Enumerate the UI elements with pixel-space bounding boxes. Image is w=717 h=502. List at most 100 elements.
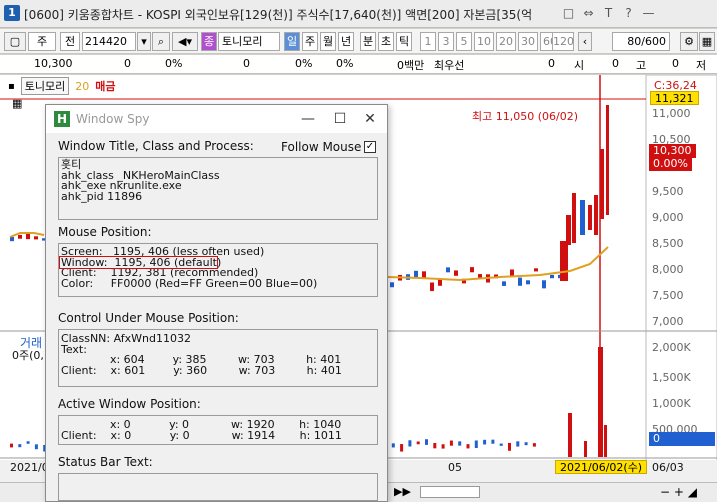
info-pct-3: 0% bbox=[336, 57, 354, 70]
best-bid-label: 최우선 bbox=[434, 59, 465, 72]
high-value: 0 bbox=[672, 57, 679, 70]
volume-bar bbox=[400, 444, 404, 452]
window-title: [0600] 키움종합차트 - KOSPI 외국인보유[129(천)] 주식수[… bbox=[24, 8, 533, 22]
mouse-position-label: Mouse Position: bbox=[58, 225, 152, 239]
interval-20[interactable]: 20 bbox=[496, 32, 516, 51]
speaker-icon[interactable]: ◀▾ bbox=[172, 32, 198, 51]
follow-mouse-checkbox[interactable]: ✓ bbox=[364, 141, 376, 153]
minimize-icon[interactable]: — bbox=[640, 4, 657, 22]
title-info-box[interactable]: 홋티 ahk_class _NKHeroMainClass ahk_exe nk… bbox=[58, 157, 378, 220]
interval-1[interactable]: 1 bbox=[420, 32, 436, 51]
volume-bar bbox=[458, 441, 462, 446]
restore-icon[interactable]: □ bbox=[560, 4, 577, 22]
volume-bar bbox=[18, 444, 22, 448]
volume-tick: 1,000K bbox=[652, 397, 691, 410]
interval-3[interactable]: 3 bbox=[438, 32, 454, 51]
stock-badge: 종 bbox=[201, 32, 217, 51]
candle bbox=[534, 268, 538, 272]
scroll-left-icon[interactable]: ‹ bbox=[578, 32, 592, 51]
period-month[interactable]: 월 bbox=[320, 32, 336, 51]
candle bbox=[560, 241, 568, 281]
volume-bar bbox=[474, 440, 478, 449]
current-pct-tag: 0.00% bbox=[649, 157, 692, 171]
price-tick: 7,000 bbox=[652, 315, 684, 328]
legend-ma: 20 bbox=[75, 79, 90, 93]
stock-code-input[interactable]: 214420 bbox=[82, 32, 136, 51]
volume-bar bbox=[483, 439, 487, 445]
volume-bar bbox=[532, 443, 536, 447]
volume-bar bbox=[34, 444, 38, 450]
count-input[interactable]: 80/600 bbox=[612, 32, 670, 51]
spy-maximize-button[interactable]: ☐ bbox=[328, 109, 352, 129]
control-position-box[interactable]: ClassNN: AfxWnd11032 Text: x: 604 y: 385… bbox=[58, 329, 378, 387]
volume-bar bbox=[524, 442, 528, 446]
settings-icon[interactable]: ⚙ bbox=[680, 32, 698, 51]
candle bbox=[18, 234, 22, 239]
volume-bar bbox=[466, 444, 470, 449]
top-price-tag: 11,321 bbox=[650, 91, 699, 105]
period-year[interactable]: 년 bbox=[338, 32, 354, 51]
candle bbox=[478, 274, 482, 278]
control-position-text: ClassNN: AfxWnd11032 Text: x: 604 y: 385… bbox=[61, 332, 342, 377]
title-info-text: 홋티 ahk_class _NKHeroMainClass ahk_exe nk… bbox=[61, 158, 220, 203]
volume-sublabel: 0주(0, bbox=[12, 349, 44, 362]
candle bbox=[390, 282, 394, 288]
ahk-icon: H bbox=[54, 111, 70, 127]
volume-bar bbox=[26, 441, 30, 444]
spy-close-button[interactable]: ✕ bbox=[358, 109, 382, 129]
chart-legend: ▪ 토니모리 20 매금 bbox=[8, 77, 116, 95]
market-select[interactable]: 주 bbox=[28, 32, 56, 51]
current-price-tag: 10,300 bbox=[649, 144, 696, 158]
candle bbox=[606, 105, 609, 215]
candle bbox=[34, 236, 38, 240]
tool-icon[interactable]: ▦ bbox=[699, 32, 715, 51]
scroll-slider[interactable] bbox=[420, 486, 480, 498]
volume-bar bbox=[441, 444, 445, 449]
spy-minimize-button[interactable]: — bbox=[296, 109, 320, 129]
scrollbar[interactable] bbox=[363, 158, 377, 219]
mouse-position-box[interactable]: Screen: 1195, 406 (less often used) Wind… bbox=[58, 243, 378, 297]
interval-5[interactable]: 5 bbox=[456, 32, 472, 51]
info-pct-2: 0% bbox=[295, 57, 313, 70]
search-icon[interactable]: ⌕ bbox=[152, 32, 170, 51]
lock-icon[interactable]: ▢ bbox=[4, 32, 26, 51]
candle bbox=[566, 215, 571, 245]
volume-bar bbox=[491, 439, 495, 444]
grid-icon[interactable]: ▦ bbox=[12, 97, 22, 110]
code-dropdown-icon[interactable]: ▾ bbox=[137, 32, 151, 51]
help-icon[interactable]: ? bbox=[620, 4, 637, 22]
volume-bar bbox=[598, 347, 603, 457]
zoom-controls-icon[interactable]: − + ◢ bbox=[660, 485, 697, 499]
info-value-2: 0 bbox=[243, 57, 250, 70]
date-label-end: 06/03 bbox=[652, 461, 684, 474]
status-bar-box[interactable] bbox=[58, 473, 378, 501]
candle bbox=[502, 281, 506, 286]
candle bbox=[526, 280, 530, 285]
active-window-box[interactable]: x: 0 y: 0 w: 1920 h: 1040 Client: x: 0 y… bbox=[58, 415, 378, 445]
period-second[interactable]: 초 bbox=[378, 32, 394, 51]
quote-info-row: 10,300 0 0% 0 0% 0% 0백만 최우선 0 시 0 고 0 저 bbox=[0, 55, 717, 74]
candle bbox=[542, 280, 546, 289]
period-minute[interactable]: 분 bbox=[360, 32, 376, 51]
legend-amount: 매금 bbox=[95, 80, 116, 93]
volume-bar bbox=[391, 443, 395, 448]
interval-30[interactable]: 30 bbox=[518, 32, 538, 51]
text-icon[interactable]: T bbox=[600, 4, 617, 22]
interval-10[interactable]: 10 bbox=[474, 32, 494, 51]
low-label: 저 bbox=[696, 59, 707, 72]
zero-volume-tag: 0 bbox=[649, 432, 715, 446]
period-day[interactable]: 일 bbox=[284, 32, 300, 51]
period-week[interactable]: 주 bbox=[302, 32, 318, 51]
link-icon[interactable]: ⇔ bbox=[580, 4, 597, 22]
period-tick[interactable]: 틱 bbox=[396, 32, 412, 51]
play-icon[interactable]: ▶▶ bbox=[394, 485, 411, 498]
status-bar-label: Status Bar Text: bbox=[58, 455, 153, 469]
stock-name: 토니모리 bbox=[218, 32, 280, 51]
candle bbox=[572, 193, 576, 243]
candle bbox=[518, 277, 522, 286]
volume-bar bbox=[516, 441, 520, 447]
prev-button[interactable]: 전 bbox=[60, 32, 80, 51]
volume-bar bbox=[604, 425, 607, 457]
interval-120[interactable]: 120 bbox=[552, 32, 574, 51]
volume-bar bbox=[508, 442, 511, 451]
